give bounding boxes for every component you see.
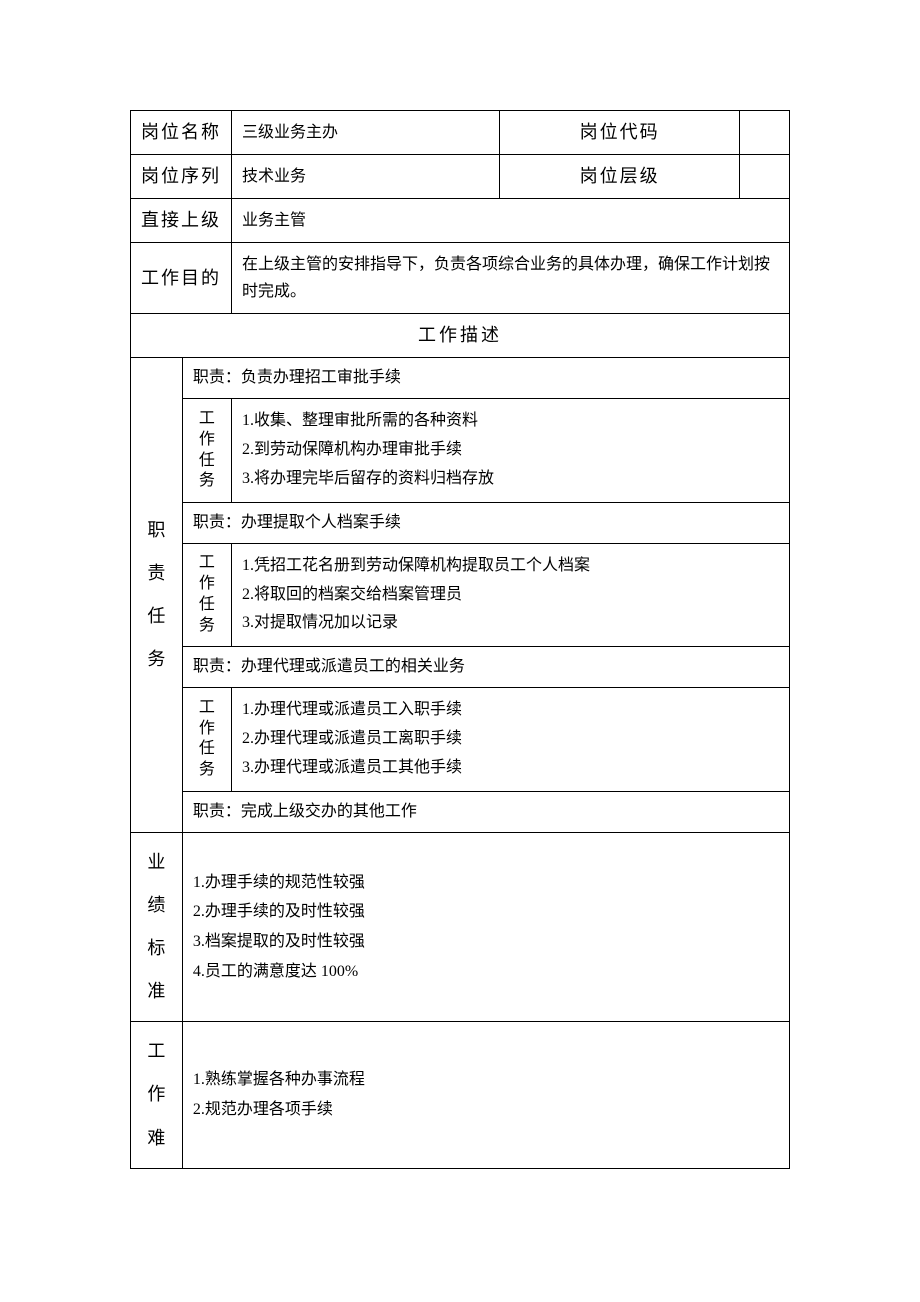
task-item: 1.凭招工花名册到劳动保障机构提取员工个人档案: [242, 552, 779, 581]
position-level-label: 岗位层级: [500, 155, 740, 199]
duty-tasks-1: 1.收集、整理审批所需的各种资料 2.到劳动保障机构办理审批手续 3.将办理完毕…: [232, 399, 790, 502]
duty-tasks-3: 1.办理代理或派遣员工入职手续 2.办理代理或派遣员工离职手续 3.办理代理或派…: [232, 688, 790, 791]
task-item: 2.办理代理或派遣员工离职手续: [242, 725, 779, 754]
position-series-label: 岗位序列: [131, 155, 232, 199]
task-item: 2.到劳动保障机构办理审批手续: [242, 436, 779, 465]
work-difficulties: 1.熟练掌握各种办事流程 2.规范办理各项手续: [182, 1022, 789, 1169]
performance-item: 4.员工的满意度达 100%: [193, 957, 779, 987]
position-level-value: [740, 155, 790, 199]
position-code-value: [740, 111, 790, 155]
work-purpose-label: 工作目的: [131, 243, 232, 314]
difficulty-item: 2.规范办理各项手续: [193, 1095, 779, 1125]
duty-tasks-2: 1.凭招工花名册到劳动保障机构提取员工个人档案 2.将取回的档案交给档案管理员 …: [232, 543, 790, 646]
duty-title-3: 职责：办理代理或派遣员工的相关业务: [182, 647, 789, 688]
position-series-value: 技术业务: [232, 155, 500, 199]
task-item: 3.将办理完毕后留存的资料归档存放: [242, 465, 779, 494]
task-item: 3.对提取情况加以记录: [242, 609, 779, 638]
duty-title-4: 职责：完成上级交办的其他工作: [182, 791, 789, 832]
performance-item: 3.档案提取的及时性较强: [193, 927, 779, 957]
position-name-value: 三级业务主办: [232, 111, 500, 155]
task-item: 1.收集、整理审批所需的各种资料: [242, 407, 779, 436]
performance-standards: 1.办理手续的规范性较强 2.办理手续的及时性较强 3.档案提取的及时性较强 4…: [182, 832, 789, 1022]
task-item: 3.办理代理或派遣员工其他手续: [242, 754, 779, 783]
task-label-2: 工作任务: [182, 543, 231, 646]
duties-tasks-side-label: 职责任务: [131, 358, 183, 832]
work-purpose-value: 在上级主管的安排指导下，负责各项综合业务的具体办理，确保工作计划按时完成。: [232, 243, 790, 314]
task-item: 1.办理代理或派遣员工入职手续: [242, 696, 779, 725]
difficulty-side-label: 工作难: [131, 1022, 183, 1169]
position-name-label: 岗位名称: [131, 111, 232, 155]
task-item: 2.将取回的档案交给档案管理员: [242, 581, 779, 610]
job-description-table: 岗位名称 三级业务主办 岗位代码 岗位序列 技术业务 岗位层级 直接上级 业务主…: [130, 110, 790, 1169]
duty-title-2: 职责：办理提取个人档案手续: [182, 502, 789, 543]
direct-superior-label: 直接上级: [131, 199, 232, 243]
task-label-3: 工作任务: [182, 688, 231, 791]
performance-item: 2.办理手续的及时性较强: [193, 897, 779, 927]
difficulty-item: 1.熟练掌握各种办事流程: [193, 1065, 779, 1095]
work-description-header: 工作描述: [131, 314, 790, 358]
performance-side-label: 业绩标准: [131, 832, 183, 1022]
duty-title-1: 职责：负责办理招工审批手续: [182, 358, 789, 399]
direct-superior-value: 业务主管: [232, 199, 790, 243]
position-code-label: 岗位代码: [500, 111, 740, 155]
task-label-1: 工作任务: [182, 399, 231, 502]
performance-item: 1.办理手续的规范性较强: [193, 868, 779, 898]
